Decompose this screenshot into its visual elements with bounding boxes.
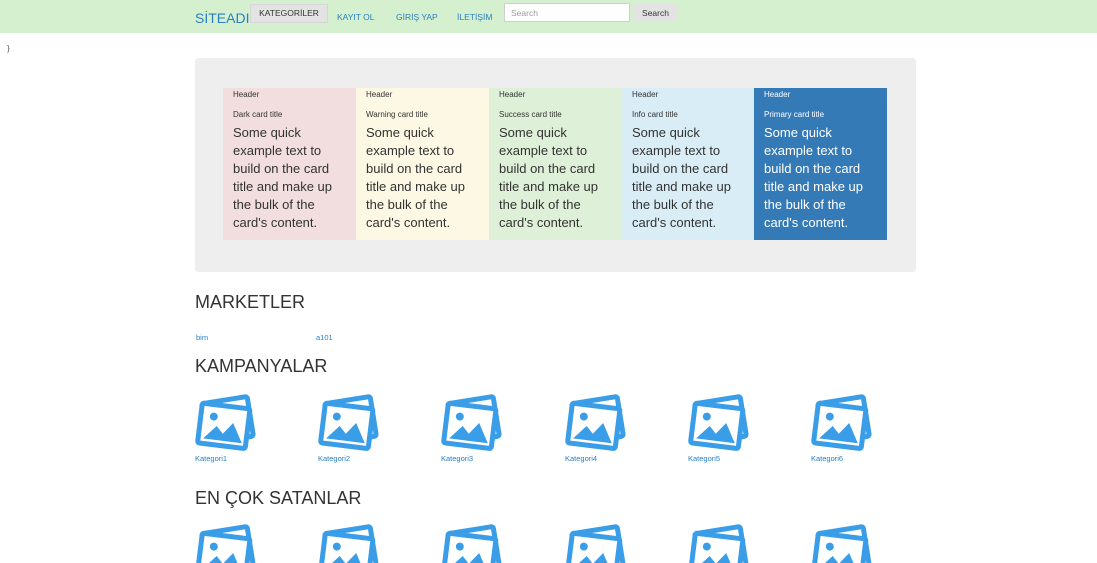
markets-heading: MARKETLER [195, 292, 306, 312]
card-dark: Header Dark card title Some quick exampl… [223, 88, 356, 240]
campaign-caption[interactable]: Kategori5 [688, 454, 758, 463]
campaign-caption[interactable]: Kategori1 [195, 454, 265, 463]
card-group-panel: Header Dark card title Some quick exampl… [195, 58, 916, 272]
nav-item-kategoriler[interactable]: KATEGORİLER [250, 4, 328, 23]
card-header: Header [764, 90, 791, 99]
image-placeholder-icon [195, 524, 256, 563]
image-placeholder-icon [811, 394, 872, 451]
card-text: Some quick example text to build on the … [499, 125, 599, 230]
image-placeholder-icon [565, 394, 626, 451]
campaigns-heading: KAMPANYALAR [195, 356, 328, 376]
card-title: Info card title [632, 110, 678, 119]
bestseller-item[interactable] [811, 524, 881, 563]
brand-link[interactable]: SİTEADI [195, 10, 249, 26]
market-link-a101[interactable]: a101 [316, 333, 333, 342]
image-placeholder-icon [688, 524, 749, 563]
bestseller-item[interactable] [318, 524, 388, 563]
navbar: SİTEADI KATEGORİLER KAYIT OL GİRİŞ YAP İ… [0, 0, 1097, 33]
image-placeholder-icon [688, 394, 749, 451]
campaign-item[interactable]: Kategori4 [565, 394, 635, 463]
campaign-caption[interactable]: Kategori6 [811, 454, 881, 463]
card-header: Header [233, 90, 260, 99]
card-text: Some quick example text to build on the … [233, 125, 333, 230]
card-text: Some quick example text to build on the … [366, 125, 466, 230]
image-placeholder-icon [318, 524, 379, 563]
campaign-item[interactable]: Kategori3 [441, 394, 511, 463]
image-placeholder-icon [441, 394, 502, 451]
card-text: Some quick example text to build on the … [764, 125, 864, 230]
bestseller-item[interactable] [565, 524, 635, 563]
campaign-item[interactable]: Kategori6 [811, 394, 881, 463]
search-input[interactable] [504, 3, 630, 22]
image-placeholder-icon [195, 394, 256, 451]
nav-item-kayit-ol[interactable]: KAYIT OL [337, 12, 374, 22]
bestseller-item[interactable] [195, 524, 265, 563]
card-success: Header Success card title Some quick exa… [489, 88, 622, 240]
card-header: Header [632, 90, 659, 99]
campaign-caption[interactable]: Kategori3 [441, 454, 511, 463]
card-header: Header [499, 90, 526, 99]
stray-text: } [7, 44, 10, 53]
campaign-item[interactable]: Kategori5 [688, 394, 758, 463]
campaign-caption[interactable]: Kategori4 [565, 454, 635, 463]
market-link-bim[interactable]: bim [196, 333, 208, 342]
card-title: Warning card title [366, 110, 428, 119]
card-title: Success card title [499, 110, 562, 119]
card-title: Dark card title [233, 110, 283, 119]
card-title: Primary card title [764, 110, 825, 119]
bestseller-item[interactable] [441, 524, 511, 563]
bestseller-item[interactable] [688, 524, 758, 563]
image-placeholder-icon [565, 524, 626, 563]
image-placeholder-icon [441, 524, 502, 563]
nav-item-giris-yap[interactable]: GİRİŞ YAP [396, 12, 438, 22]
nav-item-iletisim[interactable]: İLETİŞİM [457, 12, 492, 22]
bestsellers-heading: EN ÇOK SATANLAR [195, 488, 362, 508]
image-placeholder-icon [318, 394, 379, 451]
campaign-caption[interactable]: Kategori2 [318, 454, 388, 463]
campaign-item[interactable]: Kategori1 [195, 394, 265, 463]
search-button[interactable]: Search [633, 3, 678, 22]
card-warning: Header Warning card title Some quick exa… [356, 88, 489, 240]
image-placeholder-icon [811, 524, 872, 563]
card-info: Header Info card title Some quick exampl… [622, 88, 755, 240]
card-primary: Header Primary card title Some quick exa… [754, 88, 887, 240]
card-header: Header [366, 90, 393, 99]
campaign-item[interactable]: Kategori2 [318, 394, 388, 463]
card-text: Some quick example text to build on the … [632, 125, 732, 230]
